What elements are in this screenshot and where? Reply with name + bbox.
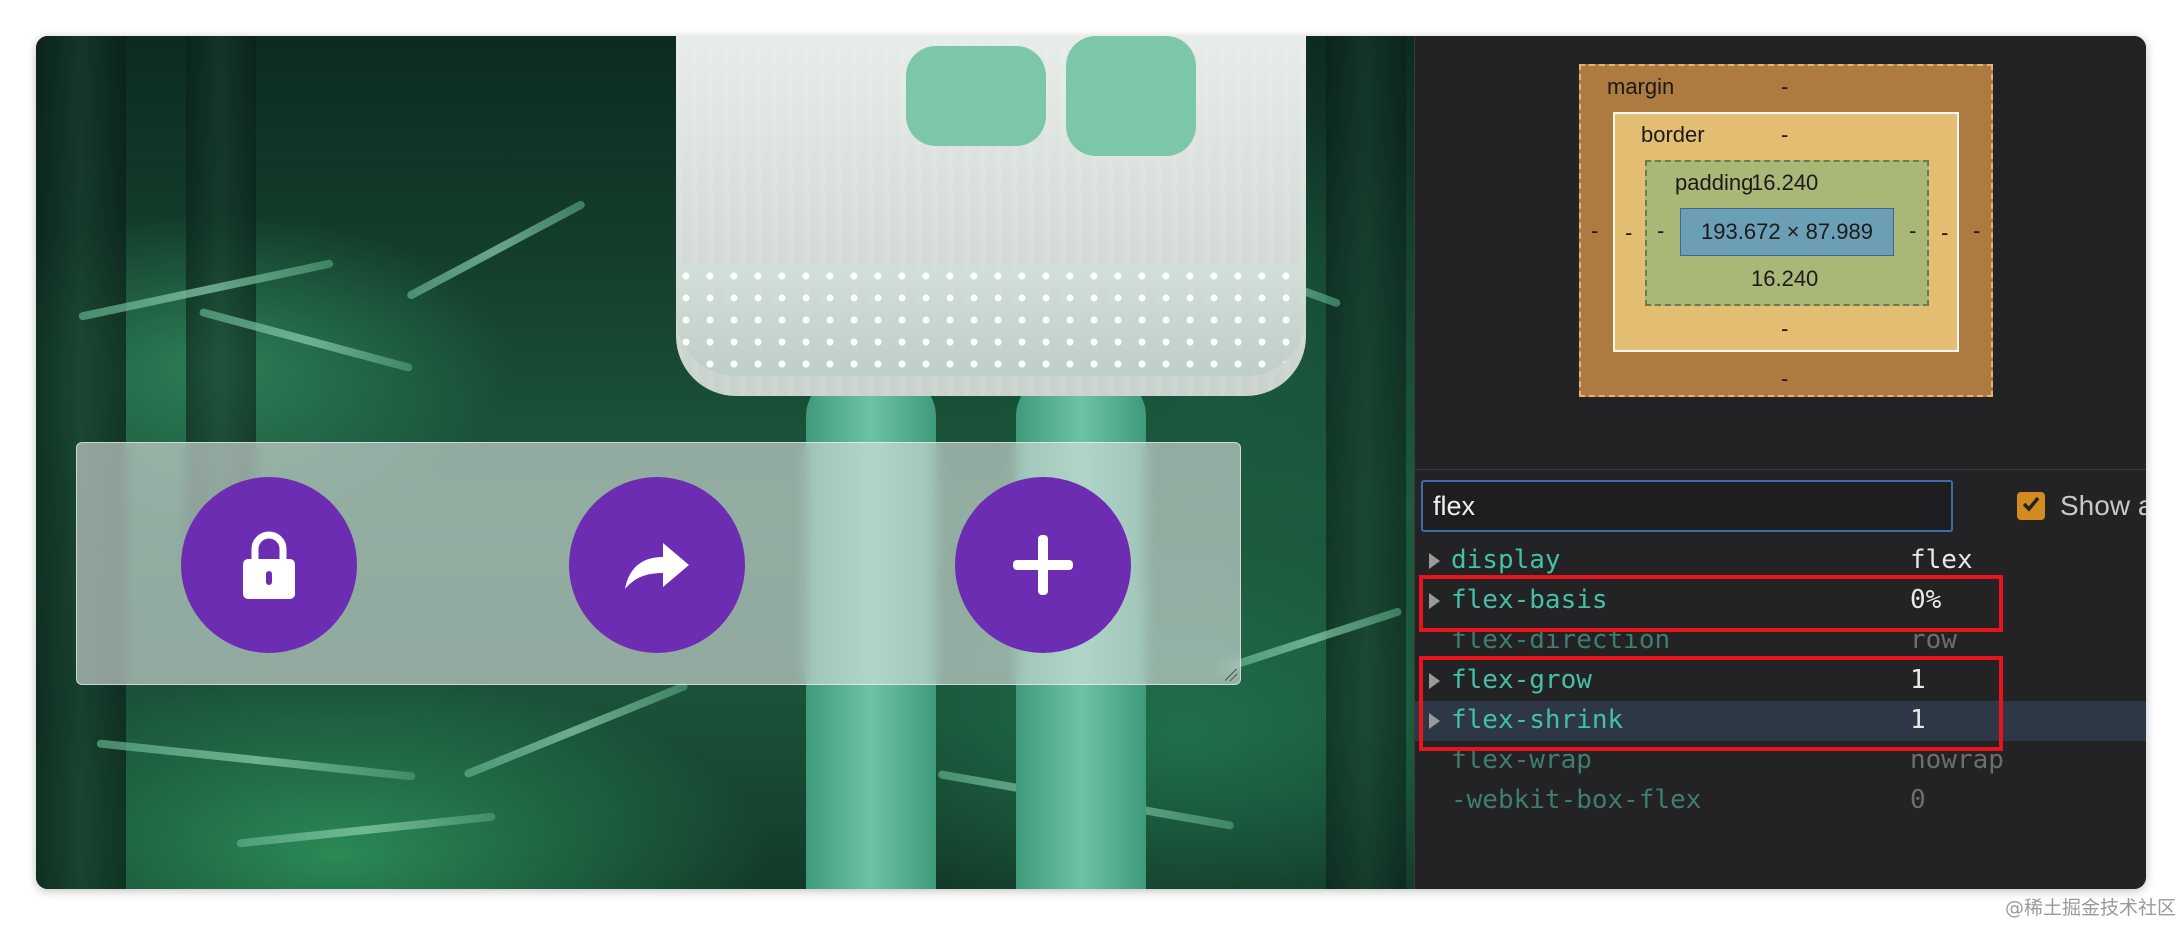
property-value: 0% bbox=[1910, 585, 1942, 615]
property-row-flex-shrink[interactable]: flex-shrink 1 bbox=[1415, 701, 2146, 741]
border-left-value[interactable]: - bbox=[1625, 220, 1632, 246]
property-name: flex-wrap bbox=[1451, 745, 1592, 775]
browser-window: margin - - - - border - - - - padding 16… bbox=[36, 36, 2146, 889]
filter-input[interactable] bbox=[1421, 480, 1953, 532]
box-model-content[interactable]: 193.672 × 87.989 bbox=[1680, 208, 1894, 256]
add-button[interactable] bbox=[955, 477, 1131, 653]
property-row-flex-wrap[interactable]: flex-wrap nowrap bbox=[1415, 741, 2146, 781]
box-model-margin: margin - - - - border - - - - padding 16… bbox=[1579, 64, 1993, 397]
padding-left-value[interactable]: - bbox=[1657, 218, 1664, 244]
plus-icon bbox=[1011, 533, 1075, 597]
property-row-flex-basis[interactable]: flex-basis 0% bbox=[1415, 581, 2146, 621]
show-all-checkbox[interactable] bbox=[2017, 492, 2045, 520]
padding-bottom-value[interactable]: 16.240 bbox=[1751, 266, 1818, 292]
background-tree bbox=[1326, 36, 1406, 889]
watermark: @稀土掘金技术社区 bbox=[2004, 897, 2176, 919]
devtools-panel: margin - - - - border - - - - padding 16… bbox=[1414, 36, 2146, 889]
margin-label: margin bbox=[1607, 74, 1675, 99]
padding-label: padding bbox=[1675, 170, 1754, 195]
border-right-value[interactable]: - bbox=[1941, 220, 1948, 246]
content-size: 193.672 × 87.989 bbox=[1701, 219, 1873, 244]
property-value: 1 bbox=[1910, 665, 1926, 695]
property-name: display bbox=[1451, 545, 1561, 575]
show-all-label[interactable]: Show all bbox=[2060, 490, 2146, 522]
box-model-diagram: margin - - - - border - - - - padding 16… bbox=[1415, 36, 2146, 470]
expand-arrow-icon[interactable] bbox=[1429, 673, 1440, 689]
border-top-value[interactable]: - bbox=[1781, 122, 1788, 148]
box-model-border: border - - - - padding 16.240 16.240 - -… bbox=[1613, 112, 1959, 352]
margin-top-value[interactable]: - bbox=[1781, 74, 1788, 100]
background-twig bbox=[405, 199, 587, 301]
checkmark-icon bbox=[2021, 494, 2041, 519]
share-icon bbox=[621, 537, 693, 593]
computed-properties-list: display flex flex-basis 0% flex-directio… bbox=[1415, 541, 2146, 821]
border-bottom-value[interactable]: - bbox=[1781, 316, 1788, 342]
border-label: border bbox=[1641, 122, 1705, 147]
expand-arrow-icon[interactable] bbox=[1429, 713, 1440, 729]
property-name: -webkit-box-flex bbox=[1451, 785, 1702, 815]
property-value: flex bbox=[1910, 545, 1973, 575]
background-twig bbox=[463, 681, 689, 779]
property-value: nowrap bbox=[1910, 745, 2004, 775]
property-name: flex-direction bbox=[1451, 625, 1671, 655]
action-toolbar bbox=[76, 442, 1241, 685]
hand bbox=[906, 46, 1046, 146]
property-row-flex-grow[interactable]: flex-grow 1 bbox=[1415, 661, 2146, 701]
property-name: flex-basis bbox=[1451, 585, 1608, 615]
dress-lace bbox=[676, 266, 1306, 376]
margin-right-value[interactable]: - bbox=[1973, 218, 1980, 244]
margin-bottom-value[interactable]: - bbox=[1781, 366, 1788, 392]
resize-handle[interactable] bbox=[1225, 669, 1237, 681]
box-model-padding: padding 16.240 16.240 - - 193.672 × 87.9… bbox=[1645, 160, 1929, 306]
property-value: 1 bbox=[1910, 705, 1926, 735]
hand bbox=[1066, 36, 1196, 156]
background-twig bbox=[236, 812, 496, 848]
property-value: 0 bbox=[1910, 785, 1926, 815]
background-twig bbox=[96, 739, 416, 781]
property-name: flex-shrink bbox=[1451, 705, 1624, 735]
padding-right-value[interactable]: - bbox=[1909, 218, 1916, 244]
property-row-webkit-box-flex[interactable]: -webkit-box-flex 0 bbox=[1415, 781, 2146, 821]
padding-top-value[interactable]: 16.240 bbox=[1751, 170, 1818, 196]
property-name: flex-grow bbox=[1451, 665, 1592, 695]
page-preview bbox=[36, 36, 1414, 889]
property-row-display[interactable]: display flex bbox=[1415, 541, 2146, 581]
property-value: row bbox=[1910, 625, 1957, 655]
computed-filter-bar: Show all bbox=[1415, 469, 2146, 535]
lock-button[interactable] bbox=[181, 477, 357, 653]
margin-left-value[interactable]: - bbox=[1591, 218, 1598, 244]
expand-arrow-icon[interactable] bbox=[1429, 553, 1440, 569]
expand-arrow-icon[interactable] bbox=[1429, 593, 1440, 609]
share-button[interactable] bbox=[569, 477, 745, 653]
property-row-flex-direction[interactable]: flex-direction row bbox=[1415, 621, 2146, 661]
lock-icon bbox=[237, 529, 301, 601]
